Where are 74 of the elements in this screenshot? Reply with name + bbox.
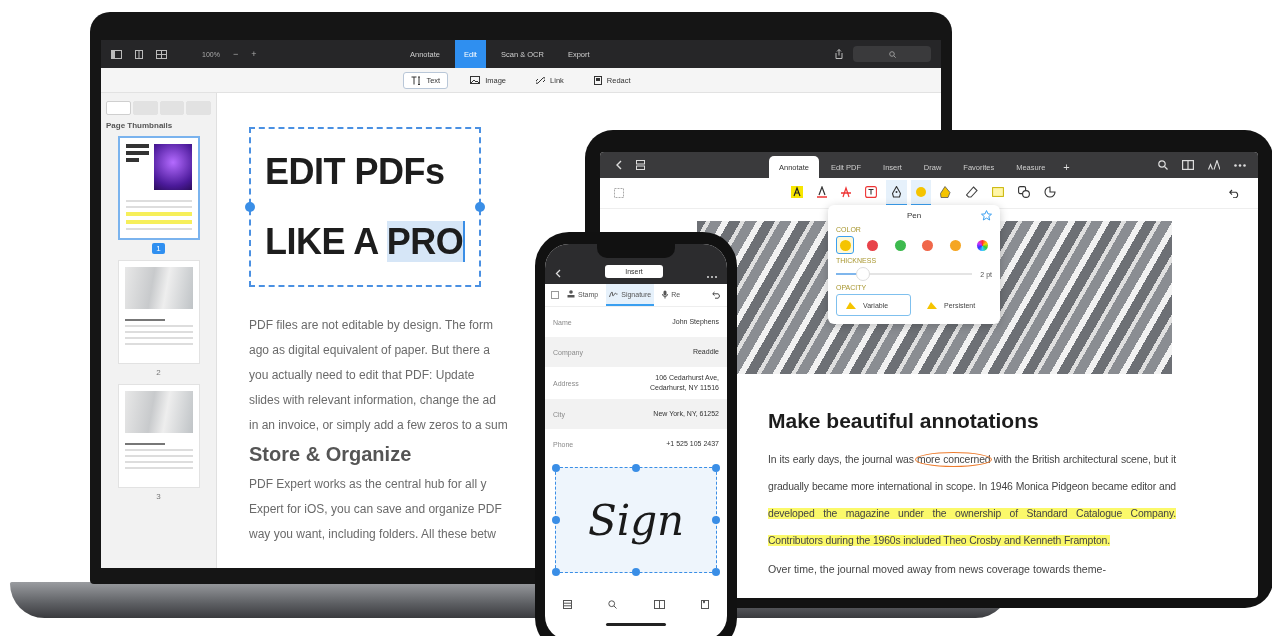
home-indicator xyxy=(606,623,666,626)
lasso-icon xyxy=(1044,186,1056,198)
page-number: 1 xyxy=(152,243,165,254)
zoom-in-button[interactable]: + xyxy=(251,49,257,59)
body-paragraph: PDF Expert works as the central hub for all y Expert for iOS, you can save and organize PDF way you want, including folders. All these betw xyxy=(249,476,502,543)
shapes-icon xyxy=(1018,186,1030,198)
marker-icon xyxy=(926,300,938,310)
microphone-icon xyxy=(662,289,669,299)
section-heading: Make beautiful annotations xyxy=(768,408,1040,434)
page-number: 3 xyxy=(155,491,162,502)
page-number: 2 xyxy=(155,367,162,378)
search-field[interactable] xyxy=(853,46,931,62)
resize-handle[interactable] xyxy=(552,516,560,524)
book-icon[interactable] xyxy=(653,599,665,609)
redact-icon xyxy=(593,75,602,85)
search-icon[interactable] xyxy=(1158,160,1168,170)
search-icon[interactable] xyxy=(608,599,618,609)
resize-handle[interactable] xyxy=(552,568,560,576)
color-wheel-icon xyxy=(977,239,989,251)
more-icon[interactable] xyxy=(1234,163,1246,167)
link-icon xyxy=(536,75,546,85)
grid-icon[interactable] xyxy=(636,160,645,170)
grid-icon[interactable] xyxy=(563,599,573,609)
signature-icon xyxy=(609,290,619,298)
marker-icon xyxy=(845,300,857,310)
color-dot-icon xyxy=(916,187,926,197)
sidebar-title: Page Thumbnails xyxy=(106,121,173,130)
search-icon xyxy=(888,50,896,58)
handwritten-signature: Sign xyxy=(587,495,685,545)
grid-icon[interactable] xyxy=(156,49,167,59)
pen-icon xyxy=(891,186,902,198)
share-icon[interactable] xyxy=(835,49,843,59)
signature-box[interactable]: Sign xyxy=(555,467,717,573)
page-thumbnail[interactable] xyxy=(117,136,200,240)
undo-icon[interactable] xyxy=(712,291,721,299)
resize-handle[interactable] xyxy=(245,202,255,212)
zoom-out-button[interactable]: − xyxy=(232,49,239,59)
title-line: LIKE A PRO xyxy=(265,220,466,264)
back-icon[interactable] xyxy=(616,160,622,170)
underline-icon xyxy=(817,186,827,198)
body-paragraph: In its early days, the journal was more concerned with the British architectural scene, but it gradually became more international in scope. In 1946 Monica Pidgeon became editor and developed the magazine under the ownership of Standard Catalogue Company. Contributors during the 1960s included Theo Crosby and Kenneth Frampton. xyxy=(768,453,1176,548)
resize-handle[interactable] xyxy=(552,464,560,472)
resize-handle[interactable] xyxy=(632,464,640,472)
text-box-icon xyxy=(865,186,877,198)
annotation-tool[interactable] xyxy=(886,180,907,206)
popover-title: Pen xyxy=(906,211,922,220)
select-icon[interactable] xyxy=(551,291,559,299)
page-icon[interactable] xyxy=(135,49,143,59)
resize-handle[interactable] xyxy=(632,568,640,576)
text-tool-icon xyxy=(411,75,422,85)
marker-icon xyxy=(940,186,952,198)
resize-handle[interactable] xyxy=(475,202,486,212)
strikeout-icon xyxy=(841,186,851,198)
section-heading: Store & Organize xyxy=(249,442,412,466)
select-icon[interactable] xyxy=(614,188,624,198)
add-tab-button[interactable]: + xyxy=(1057,156,1076,178)
body-paragraph: PDF files are not editable by design. The form ago as digital equivalent of paper. But there a you actually need to edit that PDF: Update slides with relevant information, change the ad in an invoice, or simply add a few zeros to a sum xyxy=(249,317,508,434)
body-paragraph: Over time, the journal moved away from news coverage towards theme- xyxy=(768,562,1106,577)
eraser-icon xyxy=(966,186,978,198)
resize-handle[interactable] xyxy=(712,568,720,576)
star-icon[interactable] xyxy=(981,210,992,221)
slider-thumb[interactable] xyxy=(856,267,871,281)
stamp-icon xyxy=(567,290,575,298)
text-size-icon[interactable] xyxy=(1208,160,1220,170)
highlight-icon xyxy=(791,186,803,198)
resize-handle[interactable] xyxy=(712,516,720,524)
sidebar-icon[interactable] xyxy=(111,49,122,59)
bookmark-icon[interactable] xyxy=(700,599,709,609)
image-icon xyxy=(470,76,481,84)
title-line: EDIT PDFs xyxy=(265,150,446,194)
resize-handle[interactable] xyxy=(712,464,720,472)
note-icon xyxy=(992,187,1004,197)
back-icon[interactable] xyxy=(555,269,561,278)
undo-icon[interactable] xyxy=(1229,188,1240,198)
